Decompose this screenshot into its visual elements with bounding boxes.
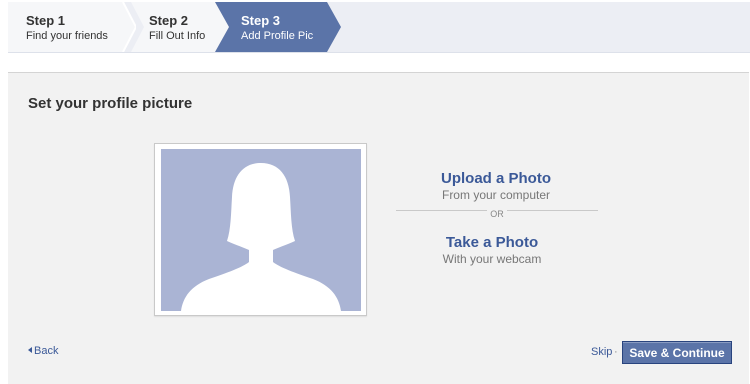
step-3-sublabel: Add Profile Pic xyxy=(241,30,314,42)
step-2-sublabel: Fill Out Info xyxy=(149,30,206,42)
skip-link[interactable]: Skip xyxy=(591,346,612,358)
take-photo-description: With your webcam xyxy=(442,252,542,266)
step-1-label: Step 1 xyxy=(26,13,66,28)
or-divider: OR xyxy=(396,209,598,221)
back-label: Back xyxy=(34,345,59,357)
profile-picture-frame xyxy=(154,143,367,316)
step-3-active[interactable]: Step 3 Add Profile Pic xyxy=(215,2,341,52)
separator-dot: · xyxy=(614,346,618,358)
profile-picture-placeholder xyxy=(161,149,361,311)
upload-photo-description: From your computer xyxy=(441,188,551,202)
step-2-label: Step 2 xyxy=(149,13,189,28)
left-arrow-icon xyxy=(28,347,32,353)
back-link[interactable]: Back xyxy=(28,345,58,357)
step-1[interactable]: Step 1 Find your friends xyxy=(8,2,136,52)
silhouette-icon xyxy=(181,163,341,311)
profile-picture-panel: Set your profile picture Upload a Photo … xyxy=(8,72,749,384)
take-photo-option[interactable]: Take a Photo With your webcam xyxy=(392,234,592,266)
step-progress-bar: Step 1 Find your friends Step 2 Fill Out… xyxy=(8,2,750,53)
take-photo-link[interactable]: Take a Photo xyxy=(392,234,592,251)
step-3-label: Step 3 xyxy=(241,13,281,28)
save-continue-button[interactable]: Save & Continue xyxy=(622,341,732,364)
upload-photo-option[interactable]: Upload a Photo From your computer xyxy=(396,170,596,202)
upload-photo-link[interactable]: Upload a Photo xyxy=(396,170,596,187)
or-label: OR xyxy=(487,209,507,219)
page-title: Set your profile picture xyxy=(28,95,193,112)
step-1-sublabel: Find your friends xyxy=(26,30,108,42)
